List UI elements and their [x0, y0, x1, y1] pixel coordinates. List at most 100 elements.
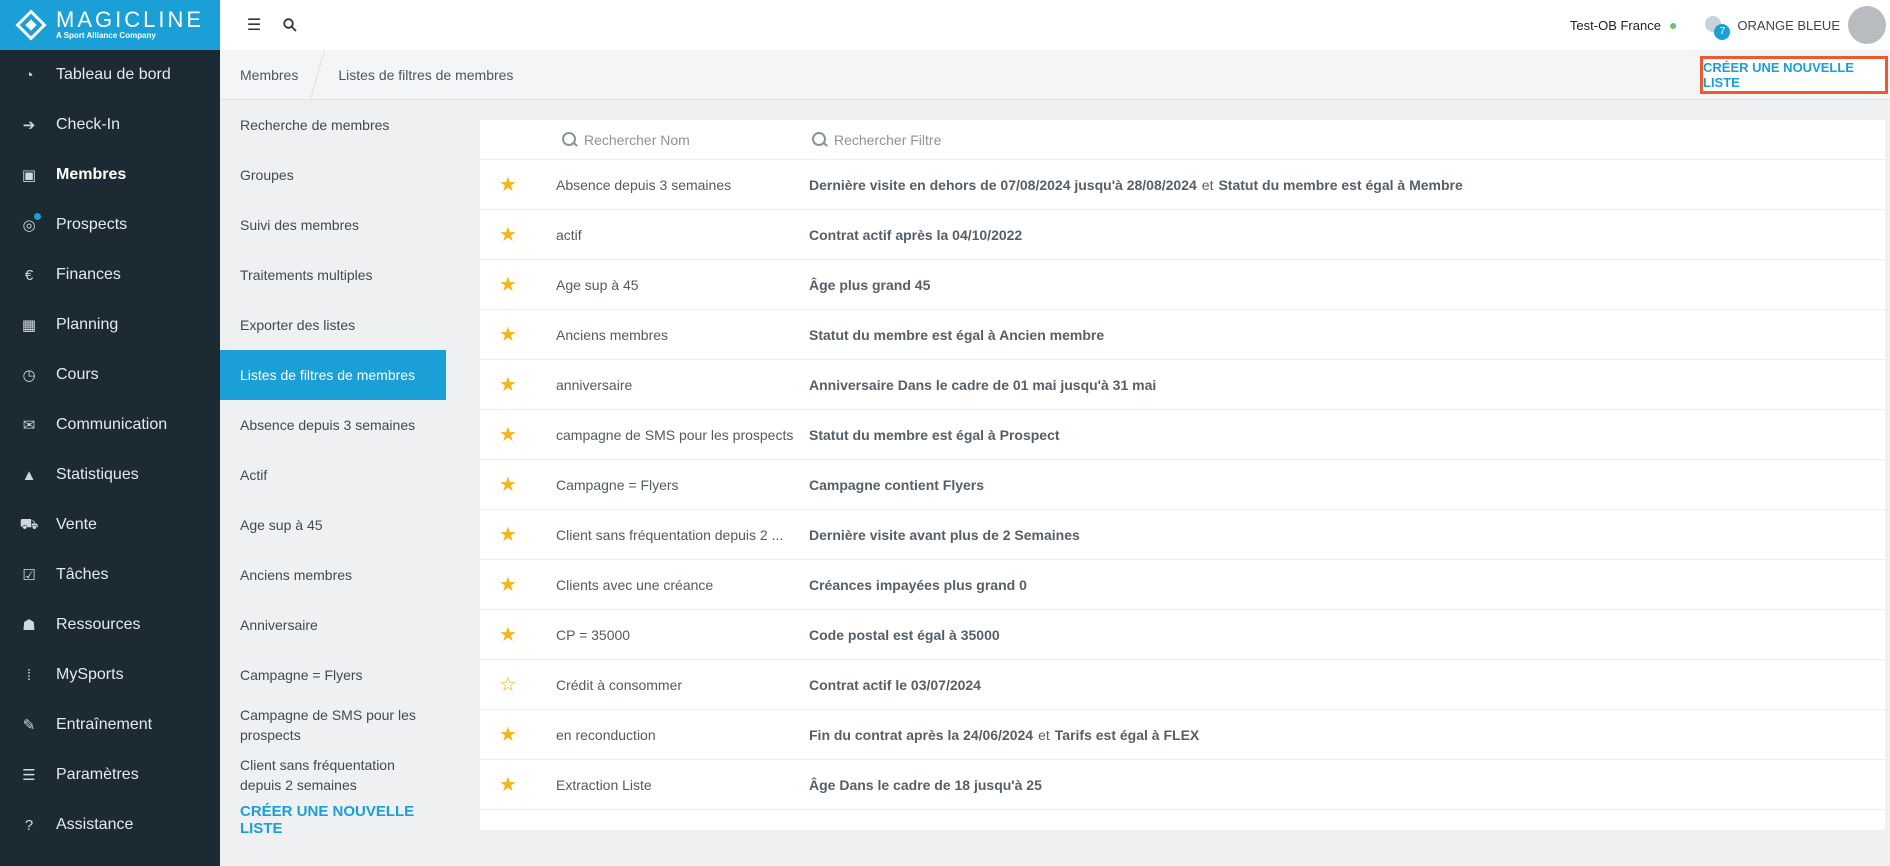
sidebar-item-prospects[interactable]: ◎ Prospects	[0, 200, 220, 250]
list-name[interactable]: en reconduction	[556, 727, 809, 743]
filter-condition: Contrat actif après la 04/10/2022	[809, 226, 1023, 243]
star-filled-icon[interactable]: ★	[480, 322, 556, 347]
magicline-logo-icon	[14, 8, 48, 42]
table-row[interactable]: ★ campagne de SMS pour les prospects Statu…	[480, 410, 1885, 460]
list-name[interactable]: actif	[556, 227, 809, 243]
sidebar-item-assistance[interactable]: ? Assistance	[0, 800, 220, 850]
list-filter[interactable]: Statut du membre est égal à Ancien membr…	[809, 327, 1104, 343]
sidebar-item-finances[interactable]: € Finances	[0, 250, 220, 300]
list-filter[interactable]: Statut du membre est égal à Prospect	[809, 427, 1060, 443]
list-filter[interactable]: Dernière visite en dehors de 07/08/2024 …	[809, 177, 1463, 193]
list-filter[interactable]: Contrat actif après la 04/10/2022	[809, 227, 1022, 243]
sidebar-item-param-tres[interactable]: ☰ Paramètres	[0, 750, 220, 800]
subnav-item[interactable]: Campagne = Flyers	[220, 650, 460, 700]
star-filled-icon[interactable]: ★	[480, 622, 556, 647]
sidebar-item-ressources[interactable]: ☗ Ressources	[0, 600, 220, 650]
chat-icon: ✉	[22, 417, 36, 434]
sidebar-item-statistiques[interactable]: ▲ Statistiques	[0, 450, 220, 500]
list-filter[interactable]: Fin du contrat après la 24/06/2024 et Tari…	[809, 727, 1199, 743]
breadcrumb-filter-lists[interactable]: Listes de filtres de membres	[332, 50, 533, 100]
sidebar-item-planning[interactable]: ▦ Planning	[0, 300, 220, 350]
breadcrumb-members[interactable]: Membres	[220, 50, 318, 100]
list-name[interactable]: CP = 35000	[556, 627, 809, 643]
list-filter[interactable]: Contrat actif le 03/07/2024	[809, 677, 981, 693]
create-new-list-button[interactable]: CRÉER UNE NOUVELLE LISTE	[1700, 56, 1888, 94]
table-row[interactable]: ★ Extraction Liste Âge Dans le cadre de 18…	[480, 760, 1885, 810]
subnav-item[interactable]: Exporter des listes	[220, 300, 460, 350]
table-row[interactable]: ★ Absence depuis 3 semaines Dernière visit…	[480, 160, 1885, 210]
sidebar-item-check-in[interactable]: ➔ Check-In	[0, 100, 220, 150]
table-row[interactable]: ★ Age sup à 45 Âge plus grand 45	[480, 260, 1885, 310]
list-filter[interactable]: Anniversaire Dans le cadre de 01 mai jus…	[809, 377, 1156, 393]
subnav-item[interactable]: Recherche de membres	[220, 100, 460, 150]
subnav-item[interactable]: Client sans fréquentation depuis 2 semai…	[220, 750, 460, 800]
subnav-item[interactable]: Groupes	[220, 150, 460, 200]
list-filter[interactable]: Âge plus grand 45	[809, 277, 930, 293]
list-filter[interactable]: Code postal est égal à 35000	[809, 627, 1000, 643]
table-row[interactable]: ★ CP = 35000 Code postal est égal à 35000	[480, 610, 1885, 660]
star-filled-icon[interactable]: ★	[480, 522, 556, 547]
subnav-item[interactable]: Absence depuis 3 semaines	[220, 400, 460, 450]
list-name[interactable]: Age sup à 45	[556, 277, 809, 293]
star-filled-icon[interactable]: ★	[480, 172, 556, 197]
table-row[interactable]: ☆ Crédit à consommer Contrat actif le 03/0…	[480, 660, 1885, 710]
table-row[interactable]: ★ Anciens membres Statut du membre est éga…	[480, 310, 1885, 360]
table-row[interactable]: ★ en reconduction Fin du contrat après la …	[480, 710, 1885, 760]
sidebar-item-membres[interactable]: ▣ Membres	[0, 150, 220, 200]
subnav-item[interactable]: Anciens membres	[220, 550, 460, 600]
sidebar-item-tableau-de-bord[interactable]: ◔ Tableau de bord	[0, 50, 220, 100]
list-name[interactable]: Extraction Liste	[556, 777, 809, 793]
list-filter[interactable]: Dernière visite avant plus de 2 Semaines	[809, 527, 1080, 543]
organization-name[interactable]: ORANGE BLEUE	[1737, 18, 1840, 33]
list-filter[interactable]: Créances impayées plus grand 0	[809, 577, 1027, 593]
subnav-item[interactable]: Traitements multiples	[220, 250, 460, 300]
star-filled-icon[interactable]: ★	[480, 472, 556, 497]
table-row[interactable]: ★ Clients avec une créance Créances impayé…	[480, 560, 1885, 610]
star-filled-icon[interactable]: ★	[480, 422, 556, 447]
star-filled-icon[interactable]: ★	[480, 372, 556, 397]
table-row[interactable]: ★ Client sans fréquentation depuis 2 ... D…	[480, 510, 1885, 560]
subnav-item[interactable]: Anniversaire	[220, 600, 460, 650]
table-row[interactable]: ★ actif Contrat actif après la 04/10/2022	[480, 210, 1885, 260]
user-avatar[interactable]	[1848, 6, 1886, 44]
star-filled-icon[interactable]: ★	[480, 222, 556, 247]
notification-badge: 7	[1714, 24, 1731, 40]
list-name[interactable]: Client sans fréquentation depuis 2 ...	[556, 527, 809, 543]
subnav-create-list-button[interactable]: CRÉER UNE NOUVELLE LISTE	[220, 800, 460, 840]
sidebar-item-mysports[interactable]: ⁞ MySports	[0, 650, 220, 700]
global-search-button[interactable]	[276, 11, 304, 39]
search-name-input[interactable]	[584, 131, 764, 148]
star-filled-icon[interactable]: ★	[480, 722, 556, 747]
list-name[interactable]: anniversaire	[556, 377, 809, 393]
list-name[interactable]: Clients avec une créance	[556, 577, 809, 593]
star-filled-icon[interactable]: ★	[480, 272, 556, 297]
search-filter-input[interactable]	[834, 131, 1014, 148]
subnav-item[interactable]: Age sup à 45	[220, 500, 460, 550]
list-name[interactable]: Anciens membres	[556, 327, 809, 343]
notifications-button[interactable]: 7	[1705, 15, 1731, 40]
sidebar-item-entra-nement[interactable]: ✎ Entraînement	[0, 700, 220, 750]
table-row[interactable]: ★ Campagne = Flyers Campagne contient Flye…	[480, 460, 1885, 510]
subnav-item[interactable]: Suivi des membres	[220, 200, 460, 250]
star-filled-icon[interactable]: ★	[480, 772, 556, 797]
list-name[interactable]: campagne de SMS pour les prospects	[556, 427, 809, 443]
list-name[interactable]: Absence depuis 3 semaines	[556, 177, 809, 193]
table-row[interactable]: ★ anniversaire Anniversaire Dans le cadre …	[480, 360, 1885, 410]
list-filter[interactable]: Campagne contient Flyers	[809, 477, 984, 493]
subnav-item[interactable]: Listes de filtres de membres	[220, 350, 446, 400]
menu-toggle-button[interactable]: ☰	[240, 11, 268, 39]
studio-selector[interactable]: Test-OB France	[1570, 18, 1661, 33]
sidebar-item-t-ches[interactable]: ☑ Tâches	[0, 550, 220, 600]
star-outline-icon[interactable]: ☆	[480, 672, 556, 697]
sidebar-item-label: Communication	[56, 416, 168, 433]
list-filter[interactable]: Âge Dans le cadre de 18 jusqu'à 25	[809, 777, 1042, 793]
list-name[interactable]: Crédit à consommer	[556, 677, 809, 693]
brand-logo[interactable]: MAGICLINE A Sport Alliance Company	[0, 0, 220, 50]
sidebar-item-vente[interactable]: ⛟ Vente	[0, 500, 220, 550]
sidebar-item-cours[interactable]: ◷ Cours	[0, 350, 220, 400]
sidebar-item-communication[interactable]: ✉ Communication	[0, 400, 220, 450]
subnav-item[interactable]: Campagne de SMS pour les prospects	[220, 700, 460, 750]
star-filled-icon[interactable]: ★	[480, 572, 556, 597]
list-name[interactable]: Campagne = Flyers	[556, 477, 809, 493]
subnav-item[interactable]: Actif	[220, 450, 460, 500]
